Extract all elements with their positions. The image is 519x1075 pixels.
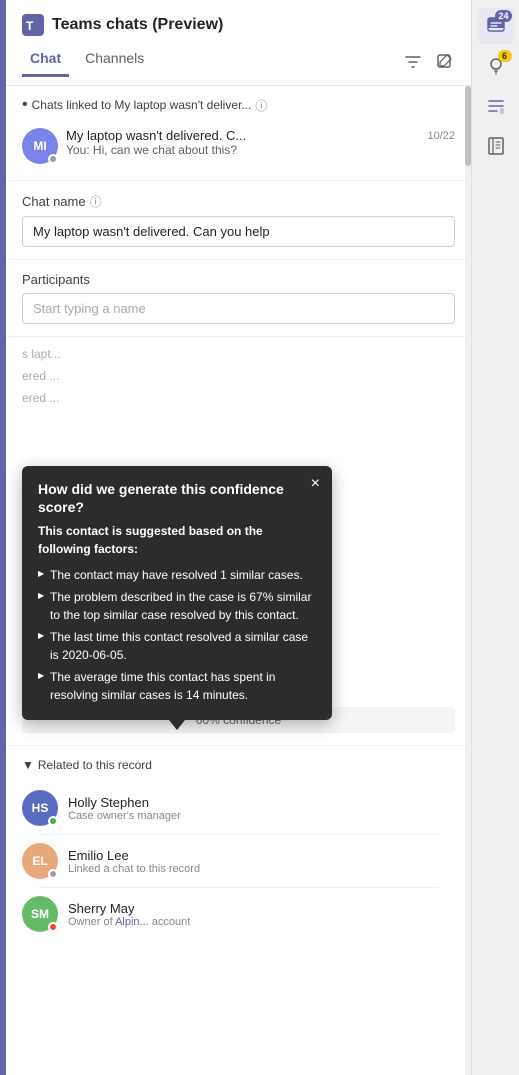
holly-name: Holly Stephen xyxy=(68,795,455,810)
chat-name-row: My laptop wasn't delivered. C... 10/22 xyxy=(66,128,455,143)
sherry-info: Sherry May Owner of Alpin... account xyxy=(68,901,455,928)
emilio-name: Emilio Lee xyxy=(68,848,455,863)
right-sidebar: 24 6 xyxy=(471,0,519,1075)
compose-button[interactable] xyxy=(435,52,455,72)
chat-info: My laptop wasn't delivered. C... 10/22 Y… xyxy=(66,128,455,157)
header-title-row: T Teams chats (Preview) xyxy=(22,14,455,36)
avatar-sherry: SM xyxy=(22,896,58,932)
partial-item-2: ered ... xyxy=(22,365,455,387)
avatar-initials-holly: HS xyxy=(32,801,49,815)
avatar-initials: MI xyxy=(33,139,46,153)
confidence-tooltip: × How did we generate this confidence sc… xyxy=(22,466,332,720)
status-dot-emilio xyxy=(48,869,58,879)
header: T Teams chats (Preview) Chat Channels xyxy=(6,0,471,86)
lightbulb-badge: 6 xyxy=(498,50,512,62)
svg-text:T: T xyxy=(26,19,34,33)
info-icon[interactable]: ⓘ xyxy=(255,97,267,114)
tab-bar: Chat Channels xyxy=(22,46,455,77)
avatar: MI xyxy=(22,128,58,164)
tab-chat[interactable]: Chat xyxy=(22,46,69,77)
main-panel: T Teams chats (Preview) Chat Channels xyxy=(6,0,471,1075)
scroll-indicator xyxy=(465,86,471,1075)
emilio-role: Linked a chat to this record xyxy=(68,863,455,875)
scroll-thumb[interactable] xyxy=(465,86,471,166)
holly-info: Holly Stephen Case owner's manager xyxy=(68,795,455,822)
book-sidebar-icon xyxy=(486,136,506,156)
tooltip-title: How did we generate this confidence scor… xyxy=(38,480,316,516)
sidebar-book-button[interactable] xyxy=(478,128,514,164)
list-sidebar-icon xyxy=(486,96,506,116)
related-header-label: Related to this record xyxy=(38,758,152,772)
avatar-initials-emilio: EL xyxy=(32,854,47,868)
participants-label: Participants xyxy=(22,272,455,287)
partial-item-1: s lapt... xyxy=(22,343,455,365)
tab-actions xyxy=(403,52,455,72)
emilio-info: Emilio Lee Linked a chat to this record xyxy=(68,848,455,875)
tooltip-list: The contact may have resolved 1 similar … xyxy=(38,564,316,706)
avatar-initials-sherry: SM xyxy=(31,907,49,921)
compose-icon xyxy=(437,54,453,70)
tooltip-arrow xyxy=(169,720,185,730)
chats-linked-section: • Chats linked to My laptop wasn't deliv… xyxy=(6,86,471,181)
chats-linked-header: • Chats linked to My laptop wasn't deliv… xyxy=(22,96,455,114)
related-section: ▼ Related to this record HS Holly Stephe… xyxy=(6,746,471,952)
avatar-emilio: EL xyxy=(22,843,58,879)
tooltip-point-2: The problem described in the case is 67%… xyxy=(38,586,316,626)
teams-logo-icon: T xyxy=(22,14,44,36)
chat-preview: You: Hi, can we chat about this? xyxy=(66,143,455,157)
chat-item[interactable]: MI My laptop wasn't delivered. C... 10/2… xyxy=(22,122,455,170)
tooltip-point-3: The last time this contact resolved a si… xyxy=(38,626,316,666)
chat-time: 10/22 xyxy=(427,130,455,142)
chat-name-label: Chat name ⓘ xyxy=(22,193,455,210)
filter-icon xyxy=(405,54,421,70)
bullet-icon: • xyxy=(22,96,28,114)
status-dot-sherry xyxy=(48,922,58,932)
related-person-holly[interactable]: HS Holly Stephen Case owner's manager xyxy=(22,782,455,834)
chat-name-info-icon: ⓘ xyxy=(90,193,102,210)
app-title: Teams chats (Preview) xyxy=(52,16,223,34)
tooltip-close-button[interactable]: × xyxy=(311,476,320,492)
tooltip-point-4: The average time this contact has spent … xyxy=(38,666,316,706)
tooltip-subtitle: This contact is suggested based on the f… xyxy=(38,522,316,558)
sidebar-lightbulb-button[interactable]: 6 xyxy=(478,48,514,84)
filter-button[interactable] xyxy=(403,52,423,72)
scroll-area: • Chats linked to My laptop wasn't deliv… xyxy=(6,86,471,1075)
tooltip-point-1: The contact may have resolved 1 similar … xyxy=(38,564,316,586)
related-header: ▼ Related to this record xyxy=(22,758,455,772)
chat-name-section: Chat name ⓘ xyxy=(6,181,471,260)
holly-role: Case owner's manager xyxy=(68,810,455,822)
chats-linked-label: Chats linked to My laptop wasn't deliver… xyxy=(32,98,252,112)
sherry-role-highlight: Alpin... xyxy=(115,916,149,928)
sidebar-list-button[interactable] xyxy=(478,88,514,124)
related-collapse-icon[interactable]: ▼ xyxy=(22,758,34,772)
partial-item-3: ered ... xyxy=(22,387,455,409)
sidebar-chat-button[interactable]: 24 xyxy=(478,8,514,44)
participants-input[interactable] xyxy=(22,293,455,324)
avatar-holly: HS xyxy=(22,790,58,826)
related-person-sherry[interactable]: SM Sherry May Owner of Alpin... account xyxy=(22,888,455,940)
chat-name: My laptop wasn't delivered. C... xyxy=(66,128,246,143)
status-dot-away xyxy=(48,154,58,164)
status-dot-holly xyxy=(48,816,58,826)
participants-section: Participants xyxy=(6,260,471,337)
partial-items-area: s lapt... ered ... ered ... xyxy=(6,337,471,415)
related-person-emilio[interactable]: EL Emilio Lee Linked a chat to this reco… xyxy=(22,835,455,887)
sherry-name: Sherry May xyxy=(68,901,455,916)
sherry-role: Owner of Alpin... account xyxy=(68,916,455,928)
chat-name-input[interactable] xyxy=(22,216,455,247)
chat-badge: 24 xyxy=(495,10,511,22)
tab-channels[interactable]: Channels xyxy=(77,46,152,77)
